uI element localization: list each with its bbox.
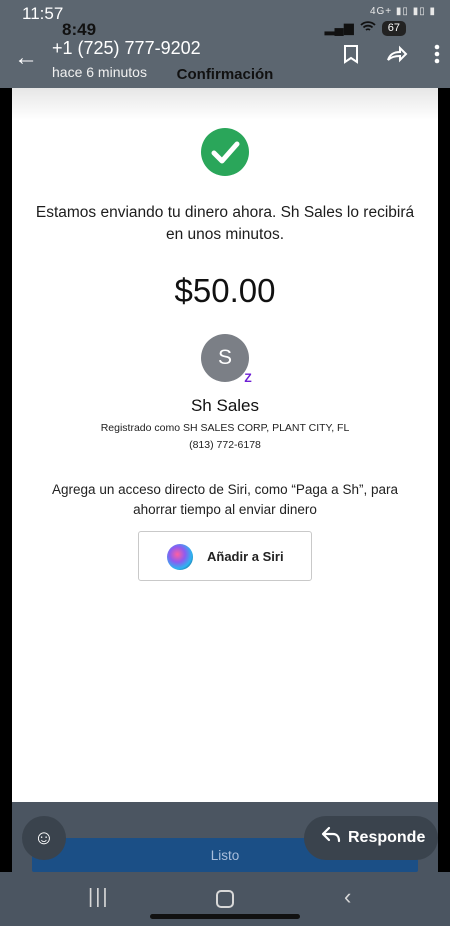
recents-icon[interactable]: ||| [88,886,110,909]
add-to-siri-button[interactable]: Añadir a Siri [138,531,312,581]
top-fade [12,88,438,120]
wifi-icon [360,20,376,36]
nav-bar: ||| ‹ [0,872,450,926]
page-title: Confirmación [176,66,274,83]
outer-status-icons: 4G+ ▮▯ ▮▯ ▮ [369,6,436,17]
sending-message: Estamos enviando tu dinero ahora. Sh Sal… [35,204,415,243]
emoji-icon: ☺ [33,827,55,849]
zelle-icon: Z [244,371,252,385]
emoji-reaction-button[interactable]: ☺ [22,816,66,860]
inner-status-icons: ▂▄▆ 67 [325,20,406,36]
reply-label: Responde [348,829,426,846]
home-icon[interactable] [216,890,234,908]
home-indicator [150,914,300,919]
outer-clock: 11:57 [22,4,64,23]
siri-prompt: Agrega un acceso directo de Siri, como “… [52,482,398,517]
confirmation-screen: Estamos enviando tu dinero ahora. Sh Sal… [12,88,438,802]
battery-indicator: 67 [381,20,406,36]
recipient-name: Sh Sales [190,396,260,415]
amount: $50.00 [174,272,276,309]
sender-phone: +1 (725) 777-9202 [52,38,201,58]
chevron-left-icon[interactable]: ‹ [344,884,351,910]
inner-clock: 8:49 [62,20,97,39]
registered-as: Registrado como SH SALES CORP, PLANT CIT… [100,422,350,434]
recipient-phone: (813) 772-6178 [189,439,261,451]
check-icon [201,128,249,176]
signal-icon: ▂▄▆ [324,20,354,35]
siri-button-label: Añadir a Siri [207,549,284,564]
reply-button[interactable]: Responde [304,816,438,860]
siri-icon [167,544,193,570]
reply-icon [320,824,342,852]
